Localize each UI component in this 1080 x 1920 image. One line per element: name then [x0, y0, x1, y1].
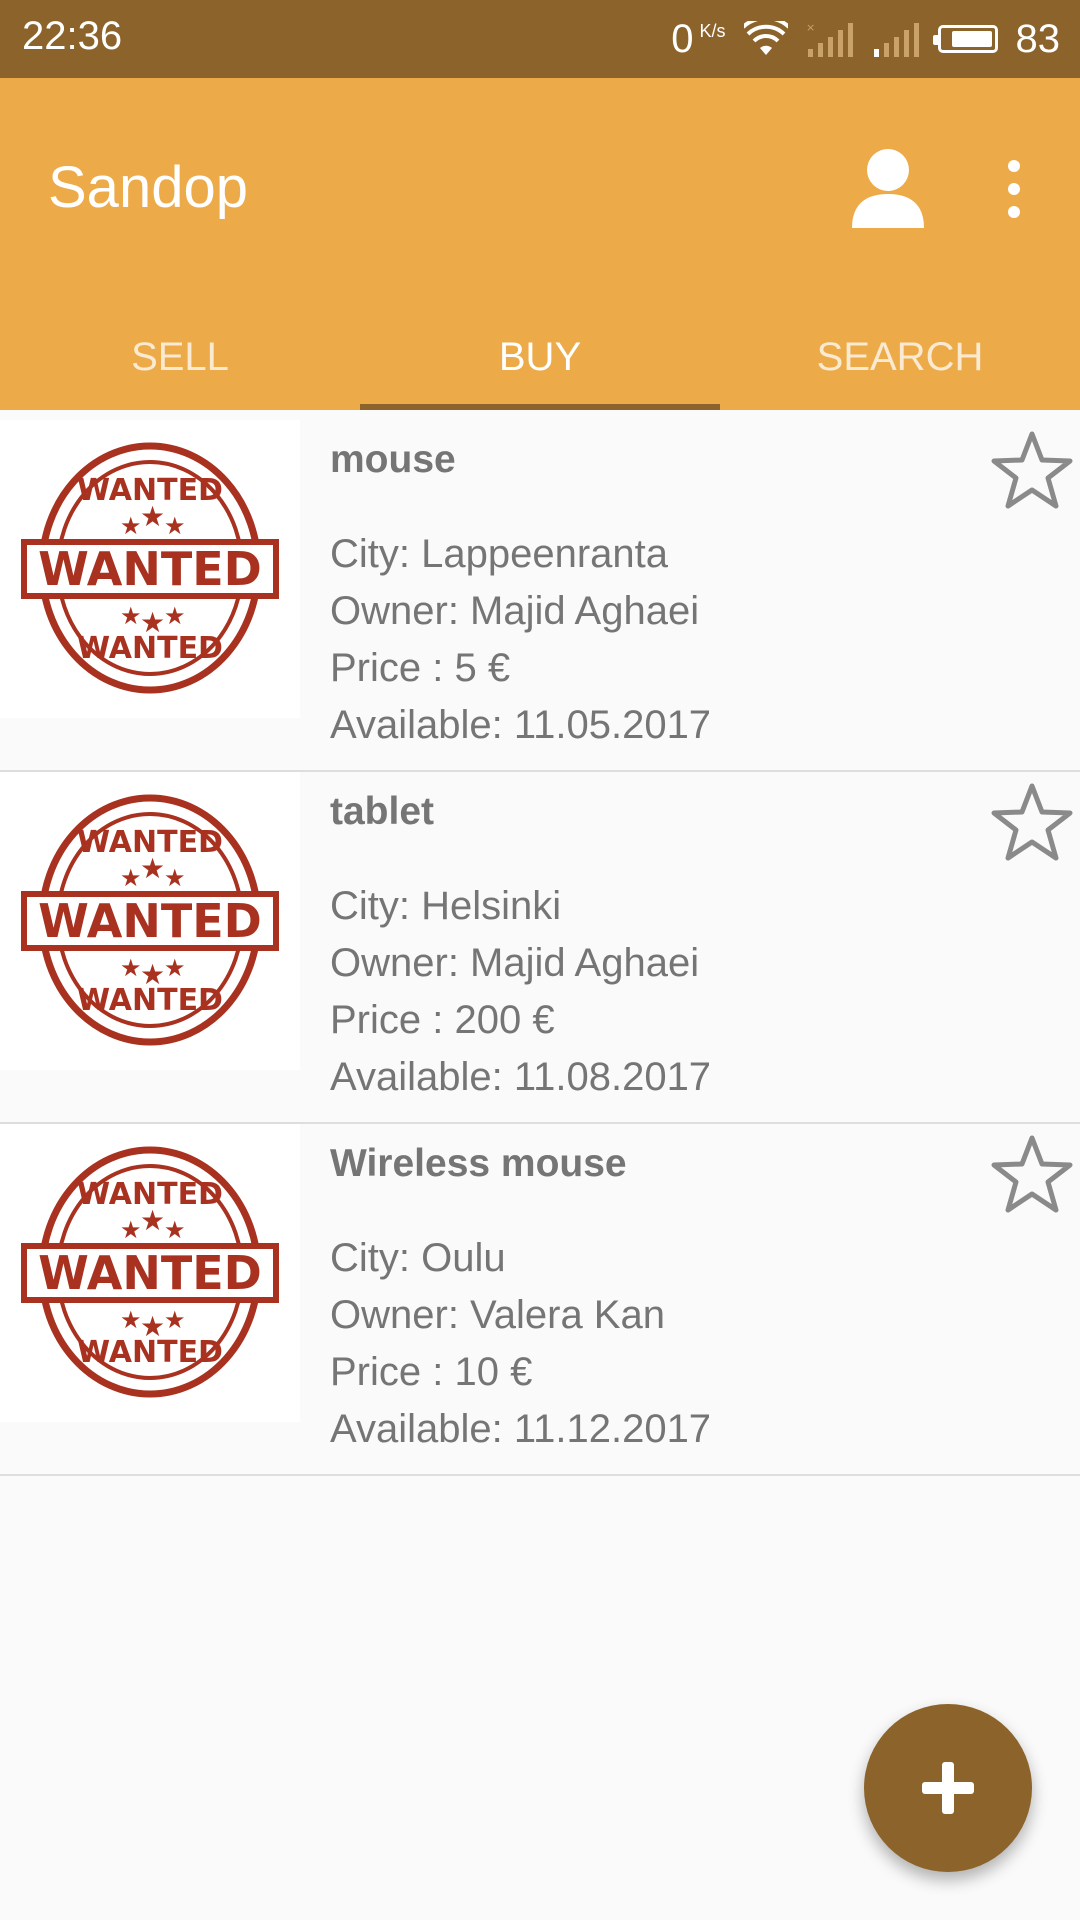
- svg-text:★: ★: [164, 1216, 186, 1244]
- person-icon: [852, 149, 924, 228]
- more-vert-icon-dot: [1008, 160, 1020, 172]
- add-listing-button[interactable]: [864, 1704, 1032, 1872]
- status-bar: 22:36 0 K/s × 83: [0, 0, 1080, 78]
- battery-level: 83: [1015, 16, 1061, 61]
- status-icons: 0 K/s × 83: [671, 12, 1060, 66]
- svg-text:★: ★: [120, 512, 142, 540]
- item-city: City: Lappeenranta: [330, 532, 669, 576]
- more-vert-icon-dot: [1008, 183, 1020, 195]
- svg-text:★: ★: [164, 602, 186, 630]
- item-title: tablet: [330, 790, 435, 833]
- item-image: WANTED WANTED ★ ★ ★ ★ ★ ★ WANTED: [0, 420, 300, 718]
- wanted-stamp-image: WANTED WANTED ★ ★ ★ ★ ★ ★ WANTED: [21, 1146, 279, 1398]
- item-image: WANTED WANTED ★ ★ ★ ★ ★ ★ WANTED: [0, 772, 300, 1070]
- item-details: Wireless mouse City: Oulu Owner: Valera …: [330, 1142, 711, 1458]
- tab-bar: SELL BUY SEARCH: [0, 304, 1080, 410]
- item-title: Wireless mouse: [330, 1142, 627, 1185]
- svg-text:★: ★: [140, 1310, 165, 1343]
- item-owner: Owner: Majid Aghaei: [330, 589, 700, 633]
- svg-text:★: ★: [140, 500, 165, 533]
- status-time: 22:36: [22, 14, 123, 58]
- app-title: Sandop: [48, 155, 248, 220]
- item-city: City: Oulu: [330, 1236, 506, 1280]
- svg-text:WANTED: WANTED: [38, 1246, 262, 1300]
- svg-text:★: ★: [164, 1306, 186, 1334]
- network-speed-value: 0: [671, 16, 694, 61]
- wanted-stamp-image: WANTED WANTED ★ ★ ★ ★ ★ ★ WANTED: [21, 794, 279, 1046]
- profile-button[interactable]: [848, 142, 928, 232]
- star-outline-icon[interactable]: [990, 780, 1074, 864]
- item-available: Available: 11.12.2017: [330, 1407, 712, 1451]
- svg-text:★: ★: [164, 954, 186, 982]
- item-owner: Owner: Valera Kan: [330, 1293, 665, 1337]
- signal-icon-sim2: [873, 23, 919, 57]
- item-price: Price : 10 €: [330, 1350, 533, 1394]
- item-price: Price : 5 €: [330, 646, 511, 690]
- tab-buy[interactable]: BUY: [360, 304, 720, 410]
- item-image: WANTED WANTED ★ ★ ★ ★ ★ ★ WANTED: [0, 1124, 300, 1422]
- more-options-button[interactable]: [994, 154, 1034, 224]
- svg-text:★: ★: [120, 864, 142, 892]
- item-owner: Owner: Majid Aghaei: [330, 941, 700, 985]
- svg-text:★: ★: [140, 606, 165, 639]
- svg-text:×: ×: [806, 21, 815, 34]
- item-city: City: Helsinki: [330, 884, 562, 928]
- item-price: Price : 200 €: [330, 998, 555, 1042]
- svg-text:WANTED: WANTED: [38, 542, 262, 596]
- star-outline-icon[interactable]: [990, 428, 1074, 512]
- list-item[interactable]: WANTED WANTED ★ ★ ★ ★ ★ ★ WANTED Wireles…: [0, 1124, 1080, 1476]
- item-available: Available: 11.08.2017: [330, 1055, 712, 1099]
- list-item[interactable]: WANTED WANTED ★ ★ ★ ★ ★ ★ WANTED mouse C…: [0, 420, 1080, 772]
- list-item[interactable]: WANTED WANTED ★ ★ ★ ★ ★ ★ WANTED tablet …: [0, 772, 1080, 1124]
- signal-icon-sim1: ×: [806, 21, 853, 57]
- svg-text:★: ★: [140, 1204, 165, 1237]
- tab-sell[interactable]: SELL: [0, 304, 360, 410]
- network-speed-unit: K/s: [699, 20, 726, 41]
- listing-list: WANTED WANTED ★ ★ ★ ★ ★ ★ WANTED mouse C…: [0, 420, 1080, 1476]
- svg-text:★: ★: [140, 958, 165, 991]
- app-bar: Sandop SELL BUY SEARCH: [0, 78, 1080, 410]
- more-vert-icon-dot: [1008, 206, 1020, 218]
- svg-text:★: ★: [140, 852, 165, 885]
- tab-search[interactable]: SEARCH: [720, 304, 1080, 410]
- network-speed: 0 K/s: [671, 17, 725, 62]
- star-outline-icon[interactable]: [990, 1132, 1074, 1216]
- svg-text:★: ★: [120, 602, 142, 630]
- svg-text:★: ★: [120, 1306, 142, 1334]
- battery-fill: [951, 31, 992, 47]
- svg-text:★: ★: [120, 954, 142, 982]
- plus-icon: [922, 1762, 974, 1814]
- wanted-stamp-image: WANTED WANTED ★ ★ ★ ★ ★ ★ WANTED: [21, 442, 279, 694]
- svg-text:★: ★: [164, 864, 186, 892]
- svg-text:WANTED: WANTED: [38, 894, 262, 948]
- item-title: mouse: [330, 438, 456, 481]
- item-details: mouse City: Lappeenranta Owner: Majid Ag…: [330, 438, 711, 754]
- svg-text:★: ★: [120, 1216, 142, 1244]
- wifi-icon: [743, 21, 788, 55]
- battery-icon: [932, 25, 998, 53]
- item-available: Available: 11.05.2017: [330, 703, 712, 747]
- svg-text:★: ★: [164, 512, 186, 540]
- item-details: tablet City: Helsinki Owner: Majid Aghae…: [330, 790, 711, 1106]
